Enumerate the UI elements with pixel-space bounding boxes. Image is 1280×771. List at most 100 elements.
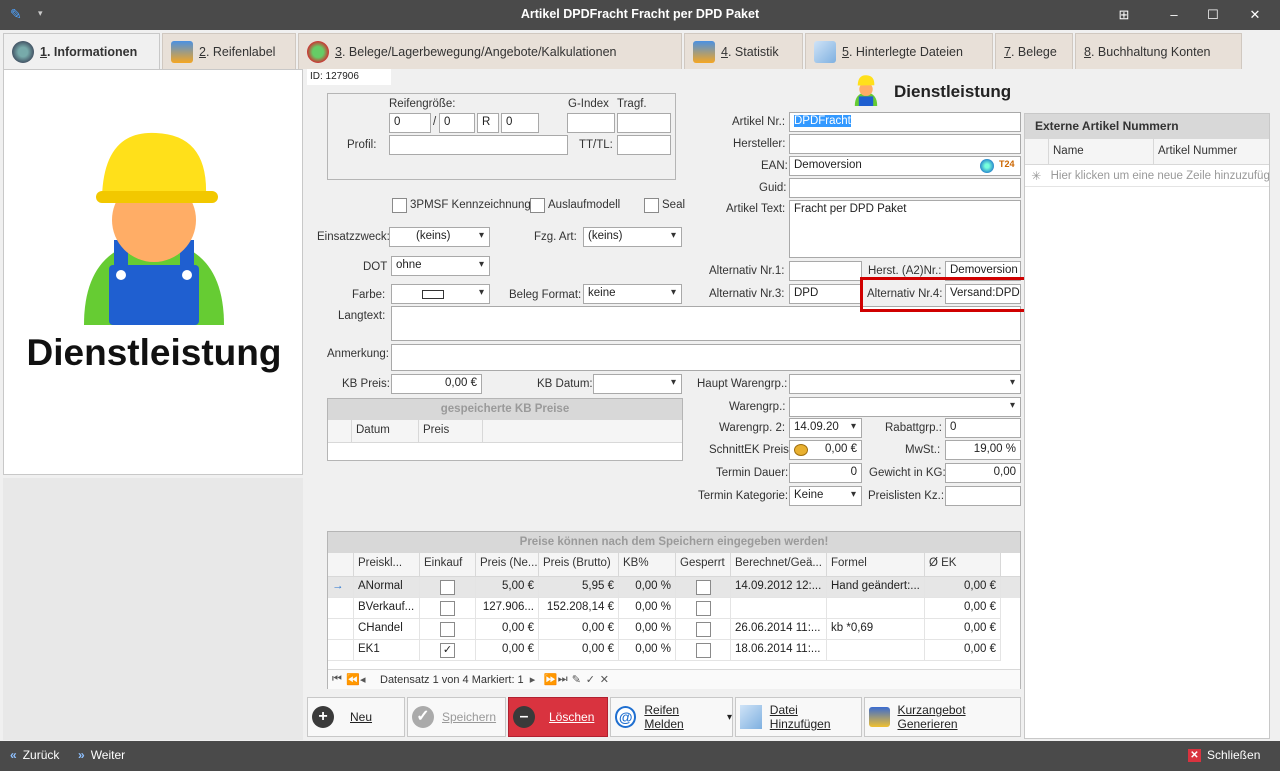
nav-next-icon[interactable]: ▸ xyxy=(530,673,544,686)
tab-reifenlabel[interactable]: 2. Reifenlabel xyxy=(162,33,296,69)
reifen-melden-button[interactable]: @ Reifen Melden ▾ xyxy=(610,697,733,737)
tragf-input[interactable] xyxy=(617,113,671,133)
col-preisklasse[interactable]: Preiskl... xyxy=(354,553,420,576)
cell-einkauf[interactable] xyxy=(420,577,476,598)
arttext-textarea[interactable]: Fracht per DPD Paket xyxy=(789,200,1021,258)
hauptwg-dropdown[interactable] xyxy=(789,374,1021,394)
col-gesperrt[interactable]: Gesperrt xyxy=(676,553,731,576)
anmerkung-textarea[interactable] xyxy=(391,344,1021,371)
extern-new-row[interactable]: ✳ Hier klicken um eine neue Zeile hinzuz… xyxy=(1025,165,1269,187)
cell-einkauf[interactable]: ✓ xyxy=(420,640,476,661)
wg-dropdown[interactable] xyxy=(789,397,1021,417)
checkbox-3pmsf[interactable] xyxy=(392,198,407,213)
cell-berechnet[interactable]: 26.06.2014 11:... xyxy=(731,619,827,640)
table-row[interactable]: BVerkauf... 127.906... 152.208,14 €0,00 % 0… xyxy=(328,598,1020,619)
cell-preis-brutto[interactable]: 152.208,14 € xyxy=(539,598,619,619)
nav-last-icon[interactable]: ⏭ xyxy=(558,673,572,686)
col-formel[interactable]: Formel xyxy=(827,553,925,576)
col-berechnet[interactable]: Berechnet/Geä... xyxy=(731,553,827,576)
cell-preisklasse[interactable]: CHandel xyxy=(354,619,420,640)
restore-layout-icon[interactable]: ⊞ xyxy=(1114,5,1134,25)
tab-belege[interactable]: 7. Belege xyxy=(995,33,1073,69)
alt4-input[interactable]: Versand:DPD xyxy=(945,284,1021,304)
cell-kb[interactable]: 0,00 % xyxy=(619,598,676,619)
cell-formel[interactable]: Hand geändert:... xyxy=(827,577,925,598)
gesperrt-checkbox[interactable] xyxy=(695,580,711,595)
cell-preis-netto[interactable]: 127.906... xyxy=(476,598,539,619)
cell-preisklasse[interactable]: BVerkauf... xyxy=(354,598,420,619)
cell-formel[interactable] xyxy=(827,640,925,661)
back-button[interactable]: « Zurück xyxy=(10,748,59,762)
einsatz-dropdown[interactable]: (keins) xyxy=(389,227,490,247)
neu-button[interactable]: + Neu xyxy=(307,697,405,737)
cell-gesperrt[interactable] xyxy=(676,619,731,640)
reifen-dropdown-icon[interactable]: ▾ xyxy=(727,712,732,723)
alt3-input[interactable]: DPD xyxy=(789,284,862,304)
cell-einkauf[interactable] xyxy=(420,619,476,640)
tire-rim-input[interactable]: 0 xyxy=(501,113,539,133)
cell-ek[interactable]: 0,00 € xyxy=(925,577,1001,598)
nav-next-page-icon[interactable]: ⏩ xyxy=(544,673,558,686)
nav-cancel-icon[interactable]: ✕ xyxy=(600,673,614,686)
tab-informationen[interactable]: 1. Informationen xyxy=(3,33,160,69)
table-row[interactable]: CHandel 0,00 €0,00 €0,00 % 26.06.2014 11:.… xyxy=(328,619,1020,640)
cell-berechnet[interactable]: 14.09.2012 12:... xyxy=(731,577,827,598)
col-preis-brutto[interactable]: Preis (Brutto) xyxy=(539,553,619,576)
nav-prev-page-icon[interactable]: ⏪ xyxy=(346,673,360,686)
loeschen-button[interactable]: – Löschen xyxy=(508,697,608,737)
col-kb[interactable]: KB% xyxy=(619,553,676,576)
t24-icon[interactable]: T24 xyxy=(999,159,1015,169)
tab-belege-lager[interactable]: 3. Belege/Lagerbewegung/Angebote/Kalkula… xyxy=(298,33,682,69)
kbdatum-picker[interactable] xyxy=(593,374,682,394)
belegformat-dropdown[interactable]: keine xyxy=(583,284,682,304)
kurzangebot-button[interactable]: Kurzangebot Generieren xyxy=(864,697,1021,737)
extern-col-name[interactable]: Name xyxy=(1049,139,1154,164)
cell-gesperrt[interactable] xyxy=(676,598,731,619)
cell-preis-netto[interactable]: 5,00 € xyxy=(476,577,539,598)
cell-kb[interactable]: 0,00 % xyxy=(619,619,676,640)
table-row[interactable]: EK1 ✓ 0,00 €0,00 €0,00 % 18.06.2014 11:... 0… xyxy=(328,640,1020,661)
gindex-input[interactable] xyxy=(567,113,615,133)
kb-col-datum[interactable]: Datum xyxy=(352,420,419,442)
wg2-dropdown[interactable]: 14.09.20 xyxy=(789,418,862,438)
gewicht-input[interactable]: 0,00 xyxy=(945,463,1021,483)
cell-berechnet[interactable] xyxy=(731,598,827,619)
einkauf-checkbox[interactable] xyxy=(440,622,455,637)
cell-berechnet[interactable]: 18.06.2014 11:... xyxy=(731,640,827,661)
tab-hinterlegte-dateien[interactable]: 5. Hinterlegte Dateien xyxy=(805,33,993,69)
nav-edit-icon[interactable]: ✎ xyxy=(572,673,586,686)
fzg-dropdown[interactable]: (keins) xyxy=(583,227,682,247)
hersteller-input[interactable] xyxy=(789,134,1021,154)
ttl-input[interactable] xyxy=(617,135,671,155)
minimize-button[interactable]: – xyxy=(1164,5,1184,25)
kbpreis-input[interactable]: 0,00 € xyxy=(391,374,482,394)
tire-ratio-input[interactable]: 0 xyxy=(439,113,475,133)
nav-accept-icon[interactable]: ✓ xyxy=(586,673,600,686)
globe-icon[interactable] xyxy=(980,159,994,173)
cell-preisklasse[interactable]: EK1 xyxy=(354,640,420,661)
extern-col-artnr[interactable]: Artikel Nummer xyxy=(1154,139,1269,164)
cell-gesperrt[interactable] xyxy=(676,577,731,598)
gesperrt-checkbox[interactable] xyxy=(695,643,711,658)
tab-buchhaltung[interactable]: 8. Buchhaltung Konten xyxy=(1075,33,1242,69)
tire-width-input[interactable]: 0 xyxy=(389,113,431,133)
cell-formel[interactable] xyxy=(827,598,925,619)
termindauer-input[interactable]: 0 xyxy=(789,463,862,483)
guid-input[interactable] xyxy=(789,178,1021,198)
close-window-button[interactable]: ✕ xyxy=(1245,5,1265,25)
cell-preis-netto[interactable]: 0,00 € xyxy=(476,619,539,640)
cell-ek[interactable]: 0,00 € xyxy=(925,598,1001,619)
tab-statistik[interactable]: 4. Statistik xyxy=(684,33,803,69)
next-button[interactable]: » Weiter xyxy=(78,748,125,762)
maximize-button[interactable]: ☐ xyxy=(1203,5,1223,25)
einkauf-checkbox[interactable]: ✓ xyxy=(440,643,455,658)
nav-first-icon[interactable]: ⏮ xyxy=(332,673,346,686)
cell-formel[interactable]: kb *0,69 xyxy=(827,619,925,640)
alt1-input[interactable] xyxy=(789,261,862,281)
cell-ek[interactable]: 0,00 € xyxy=(925,619,1001,640)
rabatt-input[interactable]: 0 xyxy=(945,418,1021,438)
cell-preis-brutto[interactable]: 0,00 € xyxy=(539,619,619,640)
cell-preisklasse[interactable]: ANormal xyxy=(354,577,420,598)
nav-prev-icon[interactable]: ◂ xyxy=(360,673,374,686)
checkbox-seal[interactable] xyxy=(644,198,659,213)
